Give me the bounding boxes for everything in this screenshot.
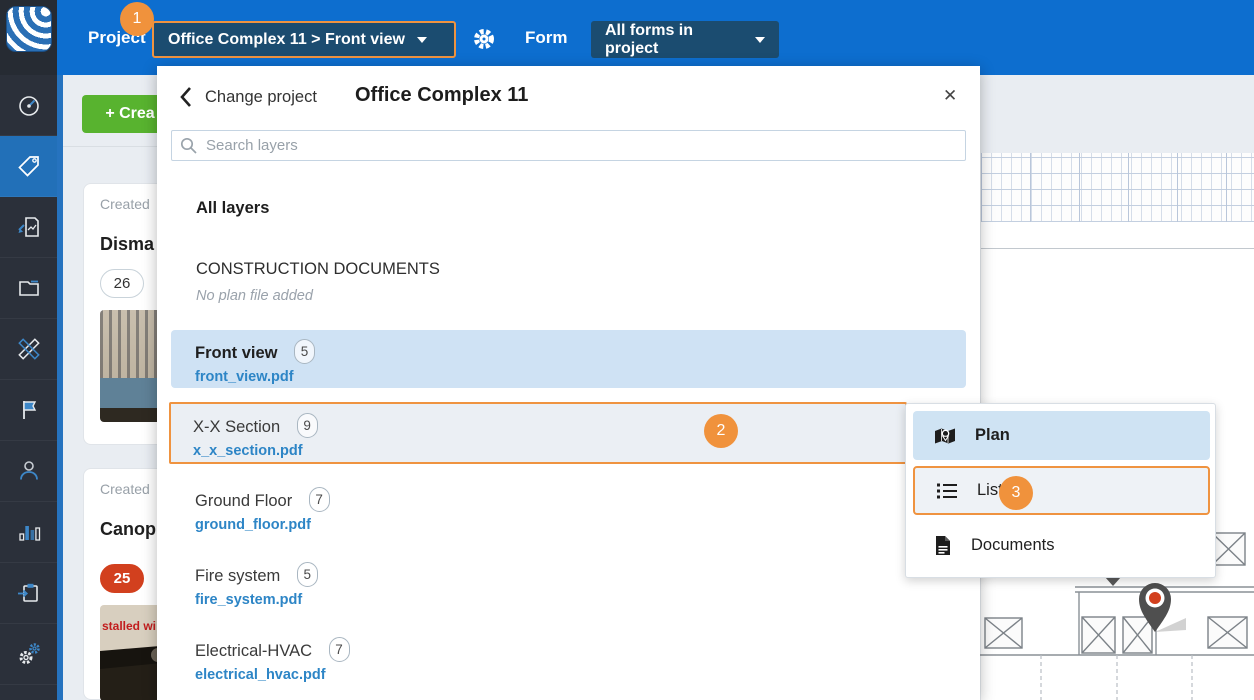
app-window: Project Office Complex 11 > Front view F… xyxy=(0,0,1254,700)
gear-icon[interactable] xyxy=(471,26,497,52)
sidebar-item-dashboard[interactable] xyxy=(0,75,57,136)
layer-name: Front view xyxy=(195,344,278,363)
count-pill: 26 xyxy=(100,269,144,298)
top-header: Project Office Complex 11 > Front view F… xyxy=(0,0,1254,75)
layer-name: X-X Section xyxy=(193,418,280,436)
logo-block xyxy=(0,0,57,75)
menu-item-plan[interactable]: Plan xyxy=(913,411,1210,460)
sidebar-item-forms[interactable] xyxy=(0,563,57,624)
menu-item-label: Documents xyxy=(971,536,1054,555)
layer-count-badge: 7 xyxy=(329,637,350,662)
chevron-down-icon xyxy=(417,37,427,43)
menu-item-label: Plan xyxy=(975,426,1010,445)
sidebar-item-files[interactable] xyxy=(0,258,57,319)
app-logo[interactable] xyxy=(6,6,52,52)
layer-file-link[interactable]: electrical_hvac.pdf xyxy=(195,667,942,683)
divider xyxy=(981,248,1254,249)
clipboard-export-icon xyxy=(16,580,42,606)
section-name: CONSTRUCTION DOCUMENTS xyxy=(196,260,440,279)
map-pin-icon xyxy=(934,427,956,445)
forms-selector-value: All forms in project xyxy=(605,22,743,58)
list-icon xyxy=(936,482,958,500)
layer-file-link[interactable]: x_x_section.pdf xyxy=(193,443,883,459)
section-note: No plan file added xyxy=(196,288,313,304)
document-icon xyxy=(934,535,952,556)
layer-name: Ground Floor xyxy=(195,492,292,511)
layer-name: Fire system xyxy=(195,567,280,586)
step-badge-3: 3 xyxy=(999,476,1033,510)
create-button-label: + Crea xyxy=(105,105,154,123)
layer-count-badge: 9 xyxy=(297,413,318,438)
panel-title: Office Complex 11 xyxy=(355,84,528,107)
close-icon[interactable]: ✕ xyxy=(943,86,957,106)
layer-row-fire-system[interactable]: Fire system 5 fire_system.pdf xyxy=(171,553,966,611)
sidebar-item-milestones[interactable] xyxy=(0,380,57,441)
ruler-pencil-icon xyxy=(16,336,42,362)
layer-count-badge: 5 xyxy=(297,562,318,587)
person-icon xyxy=(16,458,42,484)
plan-grid-band xyxy=(981,153,1254,222)
sidebar-item-tags[interactable] xyxy=(0,136,57,197)
gauge-icon xyxy=(16,92,42,118)
form-label: Form xyxy=(525,28,568,48)
step-badge-1: 1 xyxy=(120,2,154,36)
layer-file-link[interactable]: ground_floor.pdf xyxy=(195,517,942,533)
change-project-label: Change project xyxy=(205,88,317,107)
left-sidebar xyxy=(0,75,57,700)
layer-name: Electrical-HVAC xyxy=(195,642,312,661)
folder-icon xyxy=(16,275,42,301)
sidebar-active-rail xyxy=(57,75,63,700)
menu-item-list[interactable]: List xyxy=(913,466,1210,515)
bar-chart-icon xyxy=(16,519,42,545)
layer-row-xx-section[interactable]: X-X Section 9 x_x_section.pdf xyxy=(169,402,907,464)
layer-count-badge: 5 xyxy=(294,339,315,364)
change-project-button[interactable]: Change project xyxy=(179,86,317,108)
tag-icon xyxy=(16,153,42,179)
sidebar-item-measurements[interactable] xyxy=(0,319,57,380)
task-document-icon xyxy=(16,214,42,240)
flag-icon xyxy=(16,397,42,423)
layer-row-electrical-hvac[interactable]: Electrical-HVAC 7 electrical_hvac.pdf xyxy=(171,628,966,686)
count-pill-red: 25 xyxy=(100,564,144,593)
step-badge-2: 2 xyxy=(704,414,738,448)
layer-row-front-view[interactable]: Front view 5 front_view.pdf xyxy=(171,330,966,388)
all-layers-item[interactable]: All layers xyxy=(196,199,269,218)
search-icon xyxy=(180,137,197,154)
layer-context-menu: Plan List Documents xyxy=(905,403,1216,578)
sidebar-item-tasks[interactable] xyxy=(0,197,57,258)
sidebar-item-people[interactable] xyxy=(0,441,57,502)
project-selector-value: Office Complex 11 > Front view xyxy=(168,31,405,49)
menu-item-documents[interactable]: Documents xyxy=(913,521,1210,570)
chevron-down-icon xyxy=(755,37,765,43)
layers-panel: Change project Office Complex 11 ✕ All l… xyxy=(157,66,980,700)
search-input[interactable] xyxy=(171,130,966,161)
layer-file-link[interactable]: fire_system.pdf xyxy=(195,592,942,608)
sidebar-item-settings[interactable] xyxy=(0,624,57,685)
forms-selector-dropdown[interactable]: All forms in project xyxy=(591,21,779,58)
project-selector-dropdown[interactable]: Office Complex 11 > Front view xyxy=(152,21,456,58)
layer-count-badge: 7 xyxy=(309,487,330,512)
gears-icon xyxy=(16,641,42,667)
layer-row-ground-floor[interactable]: Ground Floor 7 ground_floor.pdf xyxy=(171,478,966,536)
layer-file-link[interactable]: front_view.pdf xyxy=(195,369,942,385)
sidebar-item-reports[interactable] xyxy=(0,502,57,563)
chevron-left-icon xyxy=(179,86,193,108)
photo-annotation-text: stalled wi xyxy=(102,619,156,633)
map-pin-marker[interactable] xyxy=(1128,572,1190,642)
